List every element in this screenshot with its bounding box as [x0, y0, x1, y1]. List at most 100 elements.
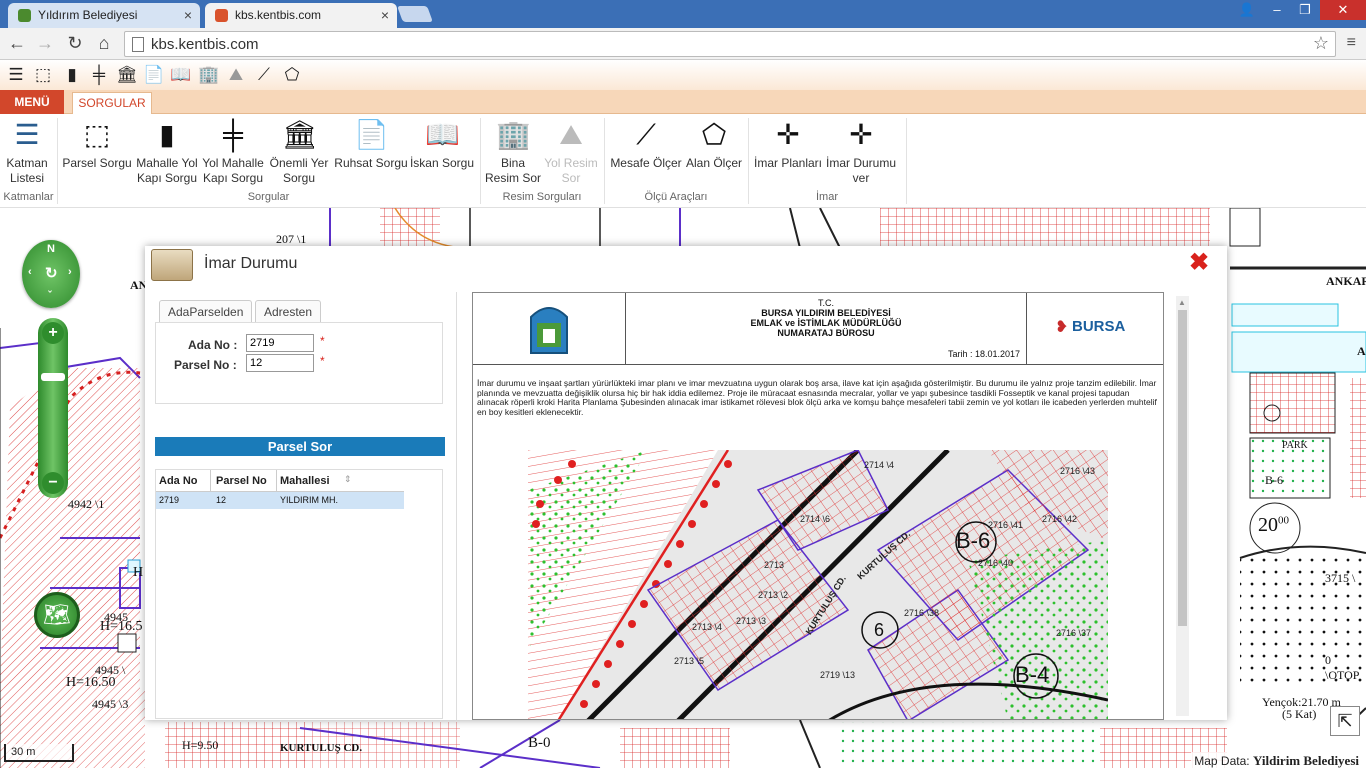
world-map-icon[interactable]: 🗺	[34, 592, 80, 638]
license-doc-icon[interactable]: 📄	[143, 65, 164, 85]
rotate-icon[interactable]: ↻	[45, 264, 58, 282]
favicon-icon	[18, 9, 31, 22]
button-label: Önemli Yer Sorgu	[269, 156, 329, 185]
road-photo-icon[interactable]: ⛰	[226, 65, 246, 85]
ruhsat-sorgu-button[interactable]: 📄 Ruhsat Sorgu	[334, 118, 408, 171]
parsel-sor-button[interactable]: Parsel Sor	[155, 437, 445, 456]
zoom-in-button[interactable]: +	[42, 322, 64, 344]
scroll-up-icon[interactable]: ▲	[1178, 298, 1186, 307]
door-icon[interactable]: ▮	[62, 65, 82, 85]
minimize-icon[interactable]: –	[1262, 0, 1292, 20]
tab-adaparselden[interactable]: AdaParselden	[159, 300, 253, 322]
ribbon: ☰ Katman Listesi ⬚ Parsel Sorgu ▮ Mahall…	[0, 114, 1366, 208]
browser-tab-kentbis[interactable]: kbs.kentbis.com ×	[205, 3, 397, 28]
katman-listesi-button[interactable]: ☰ Katman Listesi	[2, 118, 52, 186]
dialog-title: İmar Durumu	[204, 255, 298, 272]
parcel-select-icon[interactable]: ⬚	[33, 65, 53, 85]
pan-down-icon[interactable]: ˇ	[48, 290, 52, 302]
parcel-label: 2716 \41	[988, 520, 1024, 530]
pan-left-icon[interactable]: ‹	[28, 266, 32, 278]
tab-sorgular[interactable]: SORGULAR	[72, 92, 152, 115]
imar-durumu-ver-button[interactable]: ✛ İmar Durumu ver	[824, 118, 898, 186]
required-mark: *	[320, 354, 325, 368]
map-label: A	[1357, 344, 1366, 358]
window-close-icon[interactable]: ✕	[1320, 0, 1366, 20]
landmark-icon[interactable]: 🏛	[116, 65, 138, 85]
zoom-slider[interactable]: + −	[38, 318, 68, 498]
browser-tab-yildirim[interactable]: Yıldırım Belediyesi ×	[8, 3, 200, 28]
parcel-label: 2714 \6	[800, 514, 831, 524]
reload-icon[interactable]: ↻	[64, 33, 86, 54]
back-icon[interactable]: ←	[6, 33, 28, 54]
column-header-mahalle[interactable]: Mahallesi	[280, 475, 330, 487]
new-tab-button[interactable]	[397, 6, 433, 22]
button-label: Yol Mahalle Kapı Sorgu	[202, 156, 264, 185]
scroll-thumb[interactable]	[1178, 310, 1187, 626]
mahalle-yol-kapi-sorgu-button[interactable]: ▮ Mahalle Yol Kapı Sorgu	[134, 118, 200, 186]
parsel-sorgu-button[interactable]: ⬚ Parsel Sorgu	[62, 118, 132, 171]
menu-tab[interactable]: MENÜ	[0, 90, 64, 114]
close-tab-icon[interactable]: ×	[184, 7, 192, 23]
column-divider	[210, 470, 211, 492]
button-label: Bina Resim Sor	[484, 156, 541, 185]
building-photo-icon[interactable]: 🏢	[198, 65, 219, 85]
group-label: İmar	[816, 191, 838, 203]
dialog-header: İmar Durumu ✖	[145, 246, 1227, 286]
column-header-parsel[interactable]: Parsel No	[216, 475, 267, 487]
document-scrollbar[interactable]: ▲	[1176, 296, 1189, 716]
building-photo-icon: 🏢	[496, 119, 531, 150]
sort-icon[interactable]: ⇕	[344, 474, 352, 485]
browser-menu-icon[interactable]: ≡	[1347, 34, 1356, 52]
document-text: İmar durumu ve inşaat şartları yürürlükt…	[477, 378, 1157, 417]
restore-icon[interactable]: ❐	[1290, 0, 1320, 20]
close-icon[interactable]: ✖	[1189, 248, 1209, 277]
column-header-ada[interactable]: Ada No	[159, 475, 198, 487]
imar-planlari-button[interactable]: ✛ İmar Planları	[752, 118, 824, 171]
layer-list-icon[interactable]: ☰	[6, 65, 26, 85]
map-label: B-0	[528, 735, 551, 751]
area-measure-icon[interactable]: ⬠	[282, 65, 302, 85]
button-label: Mahalle Yol Kapı Sorgu	[136, 156, 198, 185]
yol-mahalle-kapi-sorgu-button[interactable]: ╪ Yol Mahalle Kapı Sorgu	[200, 118, 266, 186]
onemli-yer-sorgu-button[interactable]: 🏛 Önemli Yer Sorgu	[266, 118, 332, 186]
parsel-input[interactable]	[246, 354, 314, 372]
parcel-label: 2719 \13	[820, 670, 856, 680]
user-icon[interactable]: 👤	[1232, 0, 1262, 20]
imar-durumu-dialog: İmar Durumu ✖ AdaParselden Adresten Ada …	[145, 246, 1227, 720]
area-measure-icon: ⬠	[701, 119, 727, 150]
parcel-label: 2716 \40	[978, 558, 1014, 568]
tab-adresten[interactable]: Adresten	[255, 300, 322, 322]
close-tab-icon[interactable]: ×	[381, 7, 389, 23]
bookmark-star-icon[interactable]: ☆	[1313, 33, 1329, 54]
doc-line1: BURSA YILDIRIM BELEDİYESİ	[761, 308, 891, 318]
home-icon[interactable]: ⌂	[93, 33, 115, 54]
table-row[interactable]: 2719 12 YILDIRIM MH.	[156, 492, 404, 509]
forward-icon[interactable]: →	[34, 33, 56, 54]
yol-resim-sor-button[interactable]: ⛰ Yol Resim Sor	[542, 118, 600, 186]
button-label: İmar Planları	[753, 156, 823, 170]
crosshair-icon: ✛	[776, 119, 800, 150]
bina-resim-sor-button[interactable]: 🏢 Bina Resim Sor	[484, 118, 542, 186]
ada-input[interactable]	[246, 334, 314, 352]
url-input[interactable]: kbs.kentbis.com ☆	[124, 31, 1336, 57]
zoom-out-button[interactable]: −	[42, 472, 64, 494]
button-label: Katman Listesi	[6, 156, 48, 185]
block-label: 6	[874, 620, 885, 640]
alan-olcer-button[interactable]: ⬠ Alan Ölçer	[684, 118, 744, 171]
button-label: Alan Ölçer	[685, 156, 743, 170]
pan-right-icon[interactable]: ›	[68, 266, 72, 278]
mesafe-olcer-button[interactable]: ⟋ Mesafe Ölçer	[608, 118, 684, 171]
pan-compass[interactable]: N ‹ › ↻ ˇ	[22, 240, 80, 308]
cell-mahalle: YILDIRIM MH.	[280, 495, 339, 505]
signpost-icon[interactable]: ╪	[89, 65, 109, 85]
map-label: (5 Kat)	[1282, 707, 1317, 721]
block-label: B-4	[1015, 662, 1050, 687]
map-label: H	[133, 565, 144, 580]
distance-measure-icon[interactable]: ⟋	[254, 65, 274, 85]
map-label: H=16.50	[66, 675, 116, 690]
group-label: Sorgular	[247, 191, 290, 203]
iskan-sorgu-button[interactable]: 📖 İskan Sorgu	[408, 118, 476, 171]
expand-arrow-icon[interactable]: ⇱	[1330, 706, 1360, 736]
occupancy-icon[interactable]: 📖	[170, 65, 191, 85]
zoom-handle[interactable]	[41, 373, 65, 381]
